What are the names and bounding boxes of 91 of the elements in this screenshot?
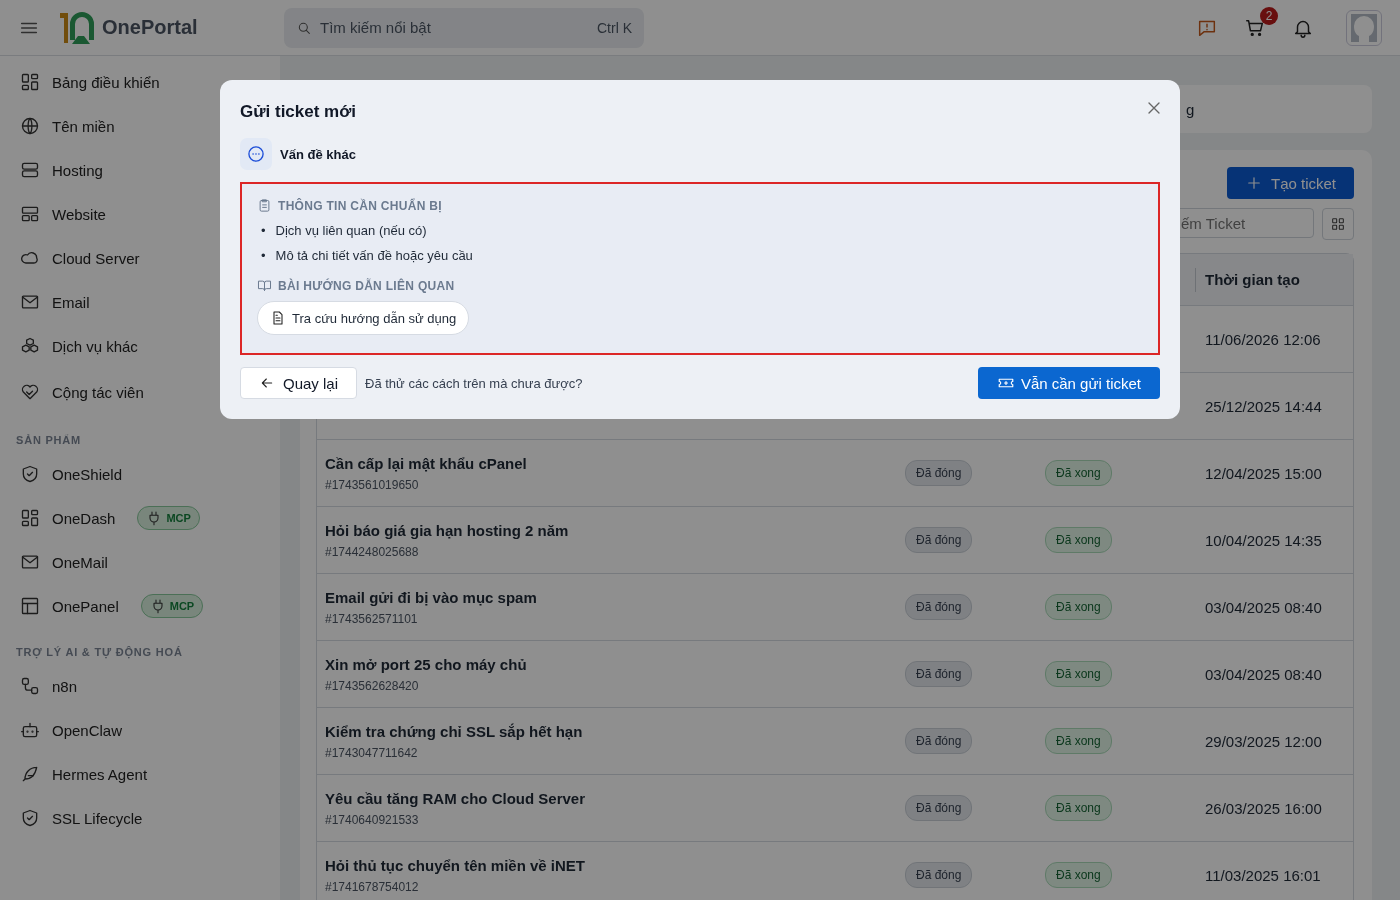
created-time: 12/04/2025 15:00: [1205, 464, 1322, 482]
created-time: 03/04/2025 08:40: [1205, 598, 1322, 616]
created-time: 26/03/2025 16:00: [1205, 799, 1322, 817]
result-badge: Đã xong: [1045, 594, 1112, 620]
sidebar-item[interactable]: OpenClaw: [20, 708, 280, 752]
breadcrumb: g: [1186, 100, 1195, 118]
created-time: 25/12/2025 14:44: [1205, 397, 1322, 415]
grid-view-button[interactable]: [1322, 208, 1354, 240]
panel-icon: [20, 596, 40, 616]
category-label: Vấn đề khác: [280, 146, 356, 162]
section-heading: BÀI HƯỚNG DẪN LIÊN QUAN: [278, 278, 455, 293]
feather-icon: [20, 764, 40, 784]
sidebar-item[interactable]: OneShield: [20, 452, 280, 496]
status-badge: Đã đóng: [905, 862, 973, 888]
logo-icon: [58, 9, 96, 46]
ticket-title[interactable]: Email gửi đi bị vào mục spam: [325, 588, 905, 606]
status-badge: Đã đóng: [905, 795, 973, 821]
grid-icon: [1330, 216, 1346, 232]
arrow-left-icon: [259, 375, 275, 391]
ticket-id: #1741678754012: [325, 879, 420, 894]
book-icon: [257, 278, 272, 293]
created-time: 11/06/2026 12:06: [1205, 330, 1321, 348]
created-time: 29/03/2025 12:00: [1205, 732, 1322, 750]
dashboard-icon: [20, 72, 40, 92]
sidebar-item[interactable]: Hosting: [20, 148, 280, 192]
status-badge: Đã đóng: [905, 460, 973, 486]
result-badge: Đã xong: [1045, 728, 1112, 754]
mcp-badge: MCP: [140, 594, 204, 618]
ticket-id: #1743562628420: [325, 678, 420, 693]
dashboard-icon: [20, 508, 40, 528]
back-button[interactable]: Quay lại: [240, 367, 358, 399]
ticket-id: #1740640921533: [325, 812, 420, 827]
ticket-id: #1743562571101: [325, 611, 419, 626]
section-heading: TRỢ LÝ AI & TỰ ĐỘNG HOÁ: [16, 646, 184, 658]
globe-icon: [20, 116, 40, 136]
ticket-title[interactable]: Hỏi báo giá gia hạn hosting 2 năm: [325, 521, 905, 539]
ticket-id: #1743047711642: [325, 745, 419, 760]
section-heading: SẢN PHẨM: [16, 434, 83, 446]
ticket-title[interactable]: Kiểm tra chứng chỉ SSL sắp hết hạn: [325, 722, 905, 740]
result-badge: Đã xong: [1045, 460, 1112, 486]
sidebar-item[interactable]: Hermes Agent: [20, 752, 280, 796]
result-badge: Đã xong: [1045, 862, 1112, 888]
shield-check-icon: [20, 464, 40, 484]
ticket-id: #1743561019650: [325, 477, 420, 492]
sidebar-item[interactable]: Bảng điều khiển: [20, 60, 280, 104]
ticket-title[interactable]: Xin mở port 25 cho máy chủ: [325, 655, 905, 673]
mcp-badge: MCP: [137, 506, 200, 530]
document-icon: [270, 310, 286, 326]
result-badge: Đã xong: [1045, 795, 1112, 821]
cart-count-badge: 2: [1260, 6, 1278, 25]
status-badge: Đã đóng: [905, 728, 973, 754]
bullet: •: [261, 248, 266, 264]
server-icon: [20, 160, 40, 180]
sidebar-item[interactable]: OneDash MCP: [20, 496, 280, 540]
hint-text: Đã thử các cách trên mà chưa được?: [365, 375, 583, 391]
robot-icon: [20, 720, 40, 740]
search-field[interactable]: Tìm kiếm nổi bật Ctrl K: [284, 7, 644, 48]
checklist-item: Mô tả chi tiết vấn đề hoặc yêu cầu: [275, 248, 473, 264]
bullet: •: [261, 223, 266, 239]
status-badge: Đã đóng: [905, 527, 973, 553]
ticket-id: #1744248025688: [325, 544, 420, 559]
sidebar-item[interactable]: OnePanel MCP: [20, 584, 280, 628]
brand-name: OnePortal: [102, 16, 198, 39]
result-badge: Đã xong: [1045, 661, 1112, 687]
created-time: 10/04/2025 14:35: [1205, 531, 1322, 549]
workflow-icon: [20, 676, 40, 696]
submit-ticket-button[interactable]: Vẫn cần gửi ticket: [977, 367, 1160, 399]
shield-check-icon: [20, 808, 40, 828]
create-ticket-button[interactable]: Tạo ticket: [1226, 167, 1354, 199]
guide-link[interactable]: Tra cứu hướng dẫn sử dụng: [257, 301, 470, 335]
status-badge: Đã đóng: [905, 661, 973, 687]
sidebar-item[interactable]: Email: [20, 280, 280, 324]
section-heading: THÔNG TIN CẦN CHUẨN BỊ: [278, 198, 442, 213]
layout-icon: [20, 204, 40, 224]
sidebar-item[interactable]: n8n: [20, 664, 280, 708]
shortcut-hint: Ctrl K: [597, 19, 632, 36]
column-header: Thời gian tạo: [1195, 267, 1300, 292]
ticket-title[interactable]: Yêu cầu tăng RAM cho Cloud Server: [325, 789, 905, 807]
clipboard-icon: [257, 198, 272, 213]
checklist-item: Dịch vụ liên quan (nếu có): [275, 223, 427, 239]
result-badge: Đã xong: [1045, 527, 1112, 553]
ticket-title[interactable]: Cần cấp lại mật khẩu cPanel: [325, 454, 905, 472]
created-time: 11/03/2025 16:01: [1205, 866, 1321, 884]
dialog-title: Gửi ticket mới: [240, 102, 357, 122]
user-silhouette-icon: [1351, 13, 1377, 42]
ticket-title[interactable]: Hỏi thủ tục chuyển tên miền về iNET: [325, 856, 905, 874]
created-time: 03/04/2025 08:40: [1205, 665, 1322, 683]
status-badge: Đã đóng: [905, 594, 973, 620]
more-icon: [246, 144, 266, 164]
sidebar-item[interactable]: OneMail: [20, 540, 280, 584]
sidebar-item[interactable]: SSL Lifecycle: [20, 796, 280, 840]
